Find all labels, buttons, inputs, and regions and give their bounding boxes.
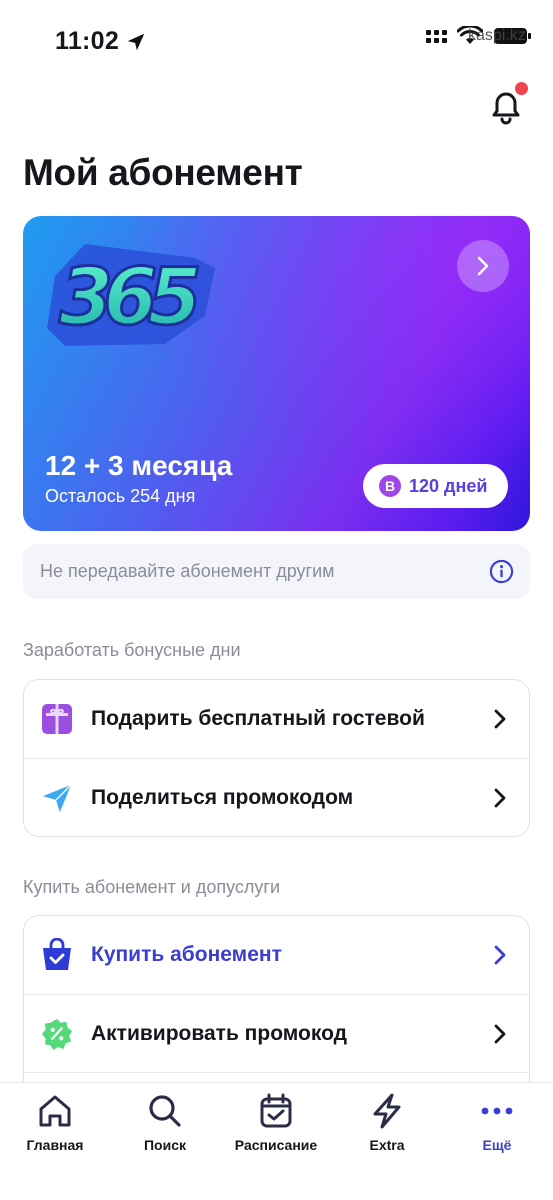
nav-item-more[interactable]: Ещё <box>442 1091 552 1153</box>
cellular-signal-icon <box>426 29 447 43</box>
promo-badge-icon <box>41 1018 73 1050</box>
send-icon <box>41 782 73 814</box>
gift-icon <box>41 703 73 735</box>
status-time: 11:02 <box>55 27 147 56</box>
chevron-right-icon <box>494 788 506 808</box>
nav-label: Ещё <box>482 1137 512 1153</box>
nav-item-schedule[interactable]: Расписание <box>221 1091 331 1153</box>
remaining-days: Осталось 254 дня <box>45 486 196 506</box>
more-dots-icon <box>477 1091 517 1131</box>
status-time-text: 11:02 <box>55 27 120 55</box>
page-title: Мой абонемент <box>23 152 303 193</box>
bottom-navigation: Главная Поиск Расписание Extra Ещё <box>0 1082 553 1200</box>
nav-label: Расписание <box>234 1137 318 1153</box>
nav-label: Поиск <box>143 1137 186 1153</box>
logo-365-icon: 365 <box>47 244 215 346</box>
card-open-button[interactable] <box>457 240 509 292</box>
bonus-section-title: Заработать бонусные дни <box>23 640 241 660</box>
notification-dot <box>513 80 530 97</box>
list-item-buy-subscription[interactable]: Купить абонемент <box>24 916 529 994</box>
list-item-share-promo[interactable]: Поделиться промокодом <box>24 758 529 836</box>
nav-item-search[interactable]: Поиск <box>110 1091 220 1153</box>
bonus-days-text: 120 дней <box>409 475 488 496</box>
buy-section-title: Купить абонемент и допуслуги <box>23 877 281 897</box>
nav-label: Extra <box>369 1137 405 1153</box>
list-item-label: Активировать промокод <box>91 1021 347 1045</box>
search-icon <box>145 1091 185 1131</box>
bonus-list: Подарить бесплатный гостевой Поделиться … <box>23 679 530 837</box>
watermark: kaspi.kz <box>468 27 526 44</box>
home-icon <box>35 1091 75 1131</box>
chevron-right-icon <box>477 256 489 276</box>
notice-text: Не передавайте абонемент другим <box>40 561 335 581</box>
bonus-badge-icon: B <box>379 475 401 497</box>
chevron-right-icon <box>494 945 506 965</box>
list-item-label: Поделиться промокодом <box>91 785 354 809</box>
nav-item-extra[interactable]: Extra <box>332 1091 442 1153</box>
subscription-card[interactable]: 365 12 + 3 месяца Осталось 254 дня B 120… <box>23 216 530 531</box>
nav-item-home[interactable]: Главная <box>0 1091 110 1153</box>
svg-text:365: 365 <box>59 253 199 343</box>
list-item-label: Купить абонемент <box>91 943 282 966</box>
plan-title: 12 + 3 месяца <box>45 450 233 481</box>
info-icon[interactable] <box>489 559 514 584</box>
transfer-notice: Не передавайте абонемент другим <box>23 544 530 599</box>
calendar-icon <box>256 1091 296 1131</box>
list-item-label: Подарить бесплатный гостевой <box>91 707 425 730</box>
list-item-gift-guest[interactable]: Подарить бесплатный гостевой <box>24 680 529 758</box>
bonus-days-pill: B 120 дней <box>363 464 508 508</box>
chevron-right-icon <box>494 1024 506 1044</box>
status-bar: 11:02 kaspi.kz <box>0 0 553 80</box>
nav-label: Главная <box>26 1137 84 1153</box>
lightning-icon <box>367 1091 407 1131</box>
location-arrow-icon <box>127 33 145 50</box>
chevron-right-icon <box>494 709 506 729</box>
list-item-activate-promo[interactable]: Активировать промокод <box>24 994 529 1072</box>
shopping-bag-icon <box>41 938 73 971</box>
